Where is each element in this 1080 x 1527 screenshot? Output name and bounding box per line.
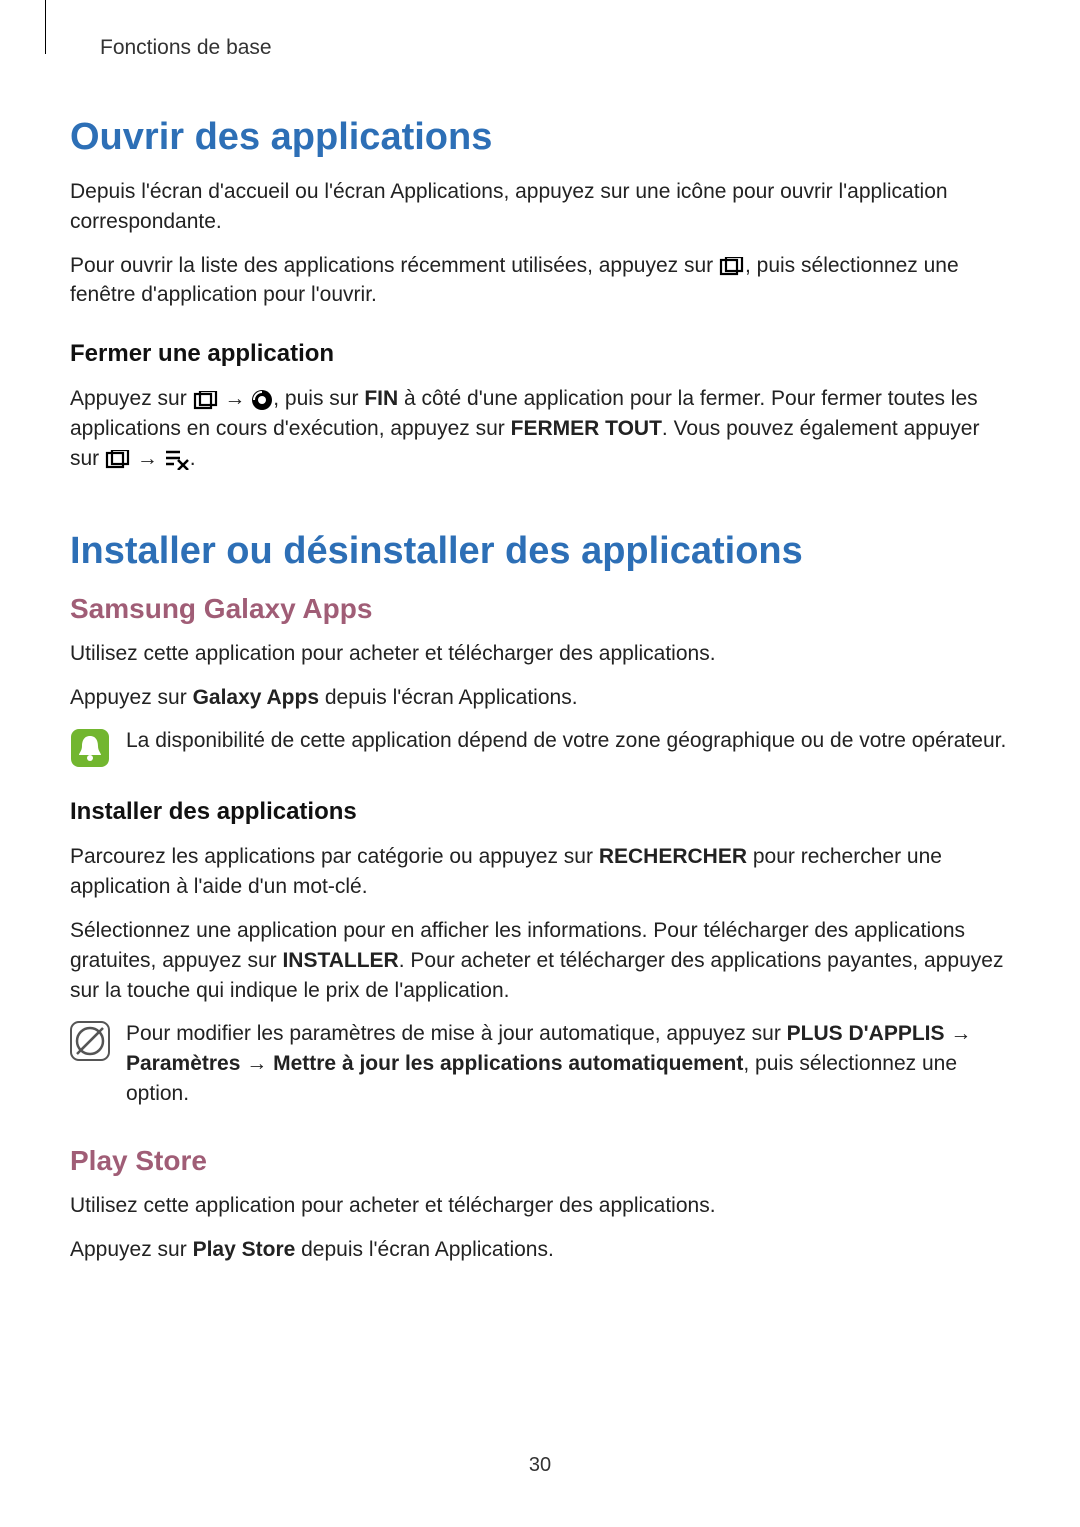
text-fragment: , puis sur: [273, 387, 364, 410]
label-rechercher: RECHERCHER: [599, 845, 747, 868]
heading-install-uninstall: Installer ou désinstaller des applicatio…: [70, 530, 1010, 573]
label-fin: FIN: [364, 387, 398, 410]
text-fragment: depuis l'écran Applications.: [319, 686, 578, 709]
text-fragment: .: [190, 447, 196, 470]
paragraph-close-app: Appuyez sur → , puis sur FIN à côté d'un…: [70, 384, 1010, 473]
recents-icon: [719, 256, 745, 276]
text-fragment: depuis l'écran Applications.: [295, 1238, 554, 1261]
paragraph-galaxy-1: Utilisez cette application pour acheter …: [70, 639, 1010, 669]
label-maj-auto: Mettre à jour les applications automatiq…: [273, 1052, 743, 1075]
heading-play-store: Play Store: [70, 1145, 1010, 1177]
arrow-icon: →: [224, 387, 245, 410]
slash-note-icon: [70, 1021, 110, 1061]
arrow-text: →: [945, 1022, 972, 1045]
heading-galaxy-apps: Samsung Galaxy Apps: [70, 593, 1010, 625]
text-fragment: Appuyez sur: [70, 1238, 193, 1261]
label-installer: INSTALLER: [282, 949, 398, 972]
label-fermer-tout: FERMER TOUT: [511, 417, 662, 440]
page-content: Fonctions de base Ouvrir des application…: [0, 0, 1080, 1264]
label-parametres: Paramètres: [126, 1052, 240, 1075]
note-auto-update: Pour modifier les paramètres de mise à j…: [70, 1019, 1010, 1108]
arrow-text: →: [240, 1052, 273, 1075]
note-text: Pour modifier les paramètres de mise à j…: [126, 1019, 1010, 1108]
arrow-icon: →: [137, 447, 158, 470]
running-header: Fonctions de base: [100, 36, 1010, 60]
paragraph-galaxy-2: Appuyez sur Galaxy Apps depuis l'écran A…: [70, 683, 1010, 713]
note-availability: La disponibilité de cette application dé…: [70, 726, 1010, 768]
label-play-store: Play Store: [193, 1238, 296, 1261]
page-number: 30: [0, 1454, 1080, 1477]
text-fragment: Appuyez sur: [70, 686, 193, 709]
text-fragment: Pour ouvrir la liste des applications ré…: [70, 254, 719, 277]
heading-close-app: Fermer une application: [70, 340, 1010, 368]
label-galaxy-apps: Galaxy Apps: [193, 686, 319, 709]
recents-icon: [105, 449, 131, 469]
text-fragment: Appuyez sur: [70, 387, 193, 410]
text-fragment: Parcourez les applications par catégorie…: [70, 845, 599, 868]
paragraph-install-2: Sélectionnez une application pour en aff…: [70, 916, 1010, 1005]
paragraph-open-apps-1: Depuis l'écran d'accueil ou l'écran Appl…: [70, 177, 1010, 237]
heading-open-apps: Ouvrir des applications: [70, 116, 1010, 159]
paragraph-playstore-2: Appuyez sur Play Store depuis l'écran Ap…: [70, 1235, 1010, 1265]
paragraph-install-1: Parcourez les applications par catégorie…: [70, 842, 1010, 902]
label-plus-applis: PLUS D'APPLIS: [787, 1022, 945, 1045]
paragraph-playstore-1: Utilisez cette application pour acheter …: [70, 1191, 1010, 1221]
heading-install-apps: Installer des applications: [70, 798, 1010, 826]
text-fragment: Pour modifier les paramètres de mise à j…: [126, 1022, 787, 1045]
paragraph-open-apps-2: Pour ouvrir la liste des applications ré…: [70, 251, 1010, 311]
note-text: La disponibilité de cette application dé…: [126, 726, 1006, 756]
recents-icon: [193, 390, 219, 410]
bell-note-icon: [70, 728, 110, 768]
task-manager-icon: [251, 389, 273, 411]
close-all-icon: [164, 449, 190, 469]
